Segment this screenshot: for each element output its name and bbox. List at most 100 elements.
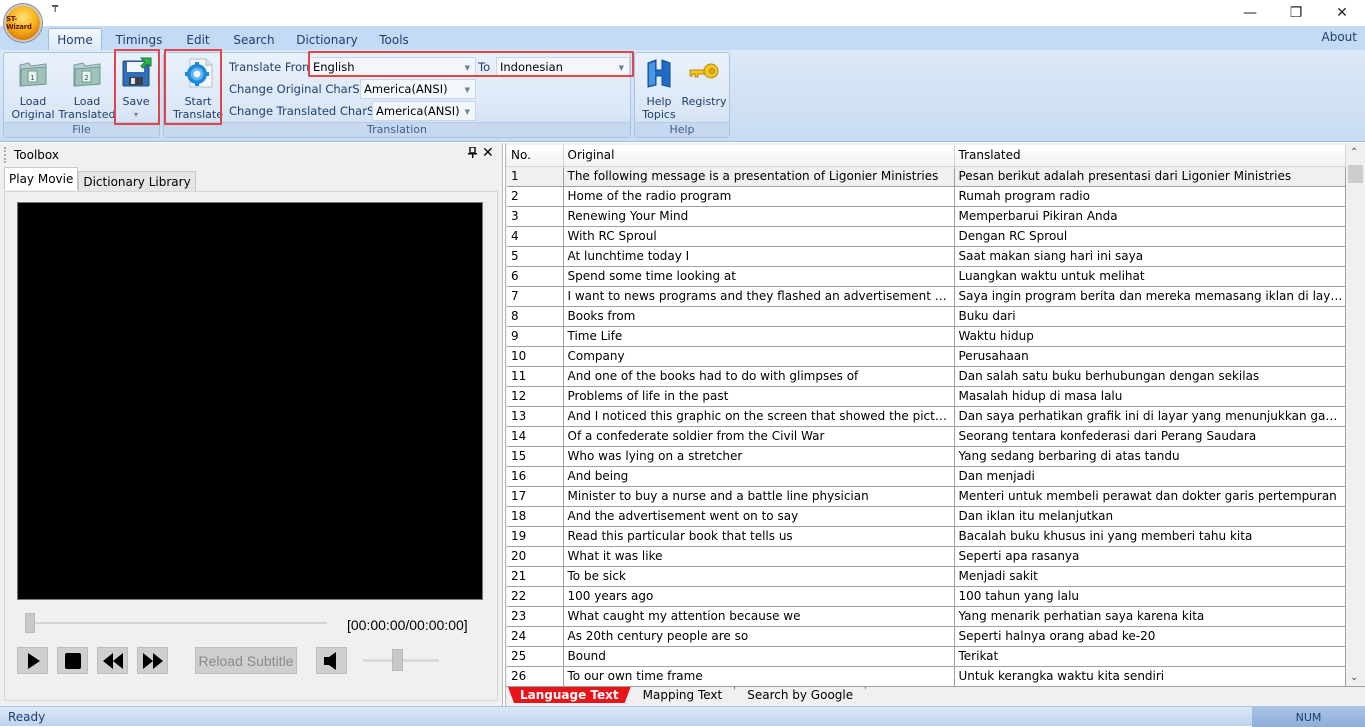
cell-no[interactable]: 18 [507, 505, 564, 527]
cell-no[interactable]: 1 [507, 165, 564, 187]
cell-translated[interactable]: Saat makan siang hari ini saya [953, 245, 1346, 267]
seek-slider-thumb[interactable] [25, 613, 35, 633]
volume-slider-thumb[interactable] [392, 649, 404, 671]
original-charset-select[interactable]: America(ANSI) ▼ [360, 79, 476, 99]
column-header-no[interactable]: No. [507, 145, 564, 167]
table-row[interactable]: 12 Problems of life in the past Masalah hi… [507, 385, 1346, 407]
table-row[interactable]: 14 Of a confederate soldier from the Civi… [507, 425, 1346, 447]
cell-original[interactable]: At lunchtime today I [562, 245, 955, 267]
mute-button[interactable] [316, 647, 347, 674]
cell-translated[interactable]: Terikat [953, 645, 1346, 667]
tab-home[interactable]: Home [48, 28, 102, 50]
table-row[interactable]: 22 100 years ago 100 tahun yang lalu [507, 585, 1346, 607]
cell-translated[interactable]: Menjadi sakit [953, 565, 1346, 587]
tab-play-movie[interactable]: Play Movie [4, 167, 79, 190]
cell-translated[interactable]: Waktu hidup [953, 325, 1346, 347]
load-original-button[interactable]: 1 Load Original [8, 57, 58, 121]
table-row[interactable]: 24 As 20th century people are so Seperti h… [507, 625, 1346, 647]
cell-original[interactable]: And I noticed this graphic on the screen… [562, 405, 955, 427]
cell-no[interactable]: 14 [507, 425, 564, 447]
tab-language-text[interactable]: Language Text [508, 687, 631, 703]
save-dropdown-arrow-icon[interactable]: ▾ [118, 108, 154, 121]
cell-translated[interactable]: Dengan RC Sproul [953, 225, 1346, 247]
cell-original[interactable]: Bound [562, 645, 955, 667]
cell-no[interactable]: 19 [507, 525, 564, 547]
reload-subtitle-button[interactable]: Reload Subtitle [195, 647, 297, 674]
cell-translated[interactable]: Seorang tentara konfederasi dari Perang … [953, 425, 1346, 447]
cell-translated[interactable]: Masalah hidup di masa lalu [953, 385, 1346, 407]
cell-no[interactable]: 12 [507, 385, 564, 407]
quick-access-toolbar-dropdown[interactable]: ₸ [52, 4, 58, 15]
cell-no[interactable]: 13 [507, 405, 564, 427]
cell-translated[interactable]: Dan iklan itu melanjutkan [953, 505, 1346, 527]
table-row[interactable]: 2 Home of the radio program Rumah program … [507, 185, 1346, 207]
tab-dictionary[interactable]: Dictionary [294, 30, 360, 50]
cell-original[interactable]: I want to news programs and they flashed… [562, 285, 955, 307]
play-button[interactable] [17, 647, 48, 674]
tab-search-by-google[interactable]: Search by Google [735, 687, 866, 703]
cell-no[interactable]: 9 [507, 325, 564, 347]
cell-original[interactable]: Minister to buy a nurse and a battle lin… [562, 485, 955, 507]
panel-grip[interactable] [4, 147, 6, 163]
cell-translated[interactable]: Dan menjadi [953, 465, 1346, 487]
column-header-translated[interactable]: Translated [954, 145, 1346, 167]
cell-no[interactable]: 17 [507, 485, 564, 507]
scroll-down-icon[interactable]: ⌄ [1350, 672, 1358, 683]
cell-translated[interactable]: 100 tahun yang lalu [953, 585, 1346, 607]
tab-edit[interactable]: Edit [180, 30, 216, 50]
cell-translated[interactable]: Yang menarik perhatian saya karena kita [953, 605, 1346, 627]
cell-original[interactable]: To be sick [562, 565, 955, 587]
cell-no[interactable]: 26 [507, 665, 564, 687]
restore-button[interactable]: ❐ [1273, 0, 1319, 26]
cell-no[interactable]: 20 [507, 545, 564, 567]
save-button[interactable]: Save ▾ [118, 57, 154, 121]
cell-translated[interactable]: Menteri untuk membeli perawat dan dokter… [953, 485, 1346, 507]
cell-no[interactable]: 15 [507, 445, 564, 467]
help-topics-button[interactable]: Help Topics [639, 57, 679, 121]
table-row[interactable]: 4 With RC Sproul Dengan RC Sproul [507, 225, 1346, 247]
tab-timings[interactable]: Timings [112, 30, 166, 50]
cell-original[interactable]: Home of the radio program [562, 185, 955, 207]
cell-no[interactable]: 4 [507, 225, 564, 247]
cell-original[interactable]: Books from [562, 305, 955, 327]
table-row[interactable]: 17 Minister to buy a nurse and a battle l… [507, 485, 1346, 507]
tab-mapping-text[interactable]: Mapping Text [631, 687, 736, 703]
cell-no[interactable]: 16 [507, 465, 564, 487]
table-row[interactable]: 6 Spend some time looking at Luangkan wakt… [507, 265, 1346, 287]
cell-translated[interactable]: Untuk kerangka waktu kita sendiri [953, 665, 1346, 687]
table-row[interactable]: 21 To be sick Menjadi sakit [507, 565, 1346, 587]
table-row[interactable]: 7I want to news programs and they flashe… [507, 285, 1346, 307]
tab-search[interactable]: Search [230, 30, 278, 50]
table-row[interactable]: 5 At lunchtime today I Saat makan siang ha… [507, 245, 1346, 267]
cell-no[interactable]: 24 [507, 625, 564, 647]
table-row[interactable]: 10 Company Perusahaan [507, 345, 1346, 367]
cell-no[interactable]: 25 [507, 645, 564, 667]
cell-original[interactable]: And the advertisement went on to say [562, 505, 955, 527]
translate-to-select[interactable]: Indonesian ▼ [496, 57, 630, 77]
translated-charset-select[interactable]: America(ANSI) ▼ [372, 101, 476, 121]
cell-original[interactable]: Of a confederate soldier from the Civil … [562, 425, 955, 447]
cell-translated[interactable]: Luangkan waktu untuk melihat [953, 265, 1346, 287]
video-player-screen[interactable] [17, 202, 483, 600]
cell-no[interactable]: 22 [507, 585, 564, 607]
cell-no[interactable]: 2 [507, 185, 564, 207]
cell-no[interactable]: 11 [507, 365, 564, 387]
cell-translated[interactable]: Dan saya perhatikan grafik ini di layar … [953, 405, 1346, 427]
rewind-button[interactable] [97, 647, 128, 674]
cell-original[interactable]: As 20th century people are so [562, 625, 955, 647]
cell-no[interactable]: 8 [507, 305, 564, 327]
cell-translated[interactable]: Pesan berikut adalah presentasi dari Lig… [953, 165, 1346, 187]
cell-original[interactable]: To our own time frame [562, 665, 955, 687]
cell-original[interactable]: Company [562, 345, 955, 367]
cell-translated[interactable]: Seperti halnya orang abad ke-20 [953, 625, 1346, 647]
cell-translated[interactable]: Buku dari [953, 305, 1346, 327]
cell-original[interactable]: Time Life [562, 325, 955, 347]
vertical-scrollbar[interactable]: ⌃ ⌄ [1347, 145, 1364, 685]
cell-translated[interactable]: Rumah program radio [953, 185, 1346, 207]
cell-translated[interactable]: Dan salah satu buku berhubungan dengan s… [953, 365, 1346, 387]
table-row[interactable]: 11 And one of the books had to do with gl… [507, 365, 1346, 387]
cell-original[interactable]: What caught my attention because we [562, 605, 955, 627]
cell-no[interactable]: 5 [507, 245, 564, 267]
table-row[interactable]: 1 The following message is a presentation… [507, 165, 1346, 187]
cell-original[interactable]: And being [562, 465, 955, 487]
